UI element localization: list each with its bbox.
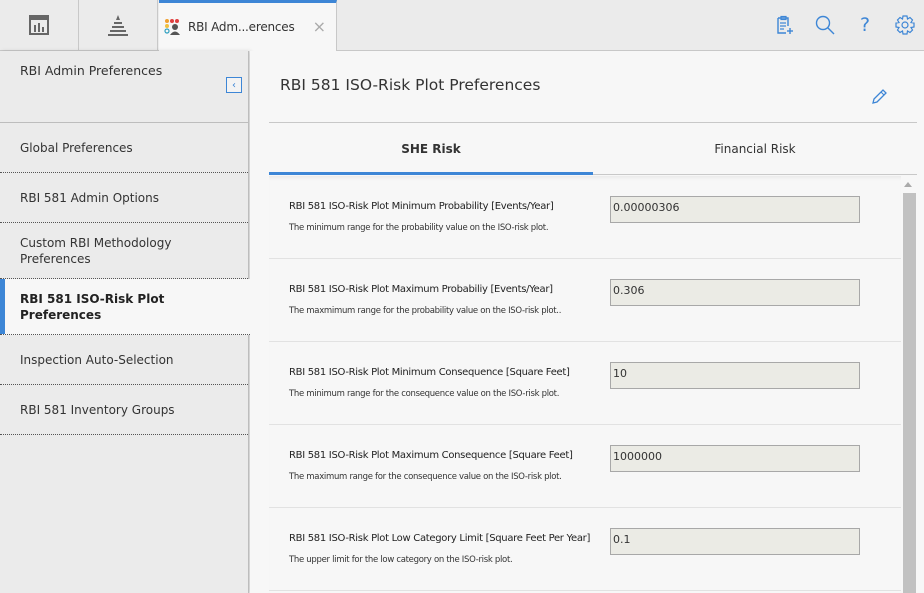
scrollbar-thumb[interactable] xyxy=(903,193,916,593)
preference-description: The minimum range for the probability va… xyxy=(289,223,549,233)
min-probability-field[interactable]: 0.00000306 xyxy=(610,196,860,223)
sidebar-title: RBI Admin Preferences xyxy=(20,63,163,78)
asset-hierarchy-button[interactable] xyxy=(79,0,158,50)
main-panel: RBI 581 ISO-Risk Plot Preferences SHE Ri… xyxy=(250,51,924,593)
settings-button[interactable] xyxy=(894,14,916,36)
top-bar: RBI Adm...erences × ? xyxy=(0,0,924,51)
sidebar-item-inspection-auto-selection[interactable]: Inspection Auto-Selection xyxy=(0,335,248,385)
preference-row: RBI 581 ISO-Risk Plot Minimum Probabilit… xyxy=(269,176,901,259)
tab-financial-risk[interactable]: Financial Risk xyxy=(593,123,917,174)
preference-description: The minimum range for the consequence va… xyxy=(289,389,560,399)
help-icon: ? xyxy=(859,14,871,36)
gear-icon xyxy=(895,15,915,35)
tab-she-risk[interactable]: SHE Risk xyxy=(269,123,593,175)
preference-description: The maxmimum range for the probability v… xyxy=(289,306,562,316)
tab-rbi-admin-preferences[interactable]: RBI Adm...erences × xyxy=(159,0,337,51)
sidebar-item-label: Global Preferences xyxy=(20,140,133,155)
preference-name: RBI 581 ISO-Risk Plot Minimum Probabilit… xyxy=(289,201,554,212)
asset-hierarchy-icon xyxy=(108,15,128,36)
scrollbar[interactable] xyxy=(901,176,916,593)
risk-tabs: SHE Risk Financial Risk xyxy=(269,123,917,175)
tab-label: RBI Adm...erences xyxy=(188,20,295,34)
preferences-list: RBI 581 ISO-Risk Plot Minimum Probabilit… xyxy=(269,176,901,593)
admin-preferences-icon xyxy=(164,19,180,35)
sidebar-item-rbi-581-admin-options[interactable]: RBI 581 Admin Options xyxy=(0,173,248,223)
preference-description: The maximum range for the consequence va… xyxy=(289,472,562,482)
preference-name: RBI 581 ISO-Risk Plot Maximum Probabiliy… xyxy=(289,284,553,295)
preference-row: RBI 581 ISO-Risk Plot Minimum Consequenc… xyxy=(269,342,901,425)
sidebar-item-label: Inspection Auto-Selection xyxy=(20,352,174,367)
sidebar-item-label: RBI 581 Inventory Groups xyxy=(20,402,175,417)
sidebar-item-custom-rbi-methodology[interactable]: Custom RBI Methodology Preferences xyxy=(0,223,248,279)
max-probability-field[interactable]: 0.306 xyxy=(610,279,860,306)
dashboard-icon xyxy=(29,15,49,35)
sidebar-item-iso-risk-plot-preferences[interactable]: RBI 581 ISO-Risk Plot Preferences xyxy=(0,279,250,335)
preference-name: RBI 581 ISO-Risk Plot Minimum Consequenc… xyxy=(289,367,570,378)
new-record-icon xyxy=(777,15,793,34)
preference-row: RBI 581 ISO-Risk Plot Low Category Limit… xyxy=(269,508,901,591)
close-tab-icon[interactable]: × xyxy=(313,17,326,36)
pencil-icon xyxy=(872,89,887,104)
sidebar-header: RBI Admin Preferences ‹ xyxy=(0,51,248,123)
preference-description: The upper limit for the low category on … xyxy=(289,555,513,565)
max-consequence-field[interactable]: 1000000 xyxy=(610,445,860,472)
low-category-limit-field[interactable]: 0.1 xyxy=(610,528,860,555)
edit-button[interactable] xyxy=(869,87,889,107)
scroll-up-arrow-icon[interactable] xyxy=(904,182,912,187)
new-record-button[interactable] xyxy=(774,14,796,36)
preference-name: RBI 581 ISO-Risk Plot Maximum Consequenc… xyxy=(289,450,573,461)
sidebar: RBI Admin Preferences ‹ Global Preferenc… xyxy=(0,51,250,593)
sidebar-item-rbi-581-inventory-groups[interactable]: RBI 581 Inventory Groups xyxy=(0,385,248,435)
page-title: RBI 581 ISO-Risk Plot Preferences xyxy=(280,76,541,94)
chevron-left-icon: ‹ xyxy=(232,79,236,91)
preference-row: RBI 581 ISO-Risk Plot Maximum Consequenc… xyxy=(269,425,901,508)
min-consequence-field[interactable]: 10 xyxy=(610,362,860,389)
dashboard-button[interactable] xyxy=(0,0,79,50)
sidebar-item-global-preferences[interactable]: Global Preferences xyxy=(0,123,248,173)
sidebar-item-label: RBI 581 Admin Options xyxy=(20,190,160,205)
help-button[interactable]: ? xyxy=(854,14,876,36)
preference-name: RBI 581 ISO-Risk Plot Low Category Limit… xyxy=(289,533,591,544)
search-icon xyxy=(815,15,835,35)
collapse-sidebar-button[interactable]: ‹ xyxy=(226,77,242,93)
sidebar-item-label: RBI 581 ISO-Risk Plot Preferences xyxy=(20,291,165,322)
sidebar-item-label: Custom RBI Methodology Preferences xyxy=(20,235,172,266)
preference-row: RBI 581 ISO-Risk Plot Maximum Probabiliy… xyxy=(269,259,901,342)
search-button[interactable] xyxy=(814,14,836,36)
